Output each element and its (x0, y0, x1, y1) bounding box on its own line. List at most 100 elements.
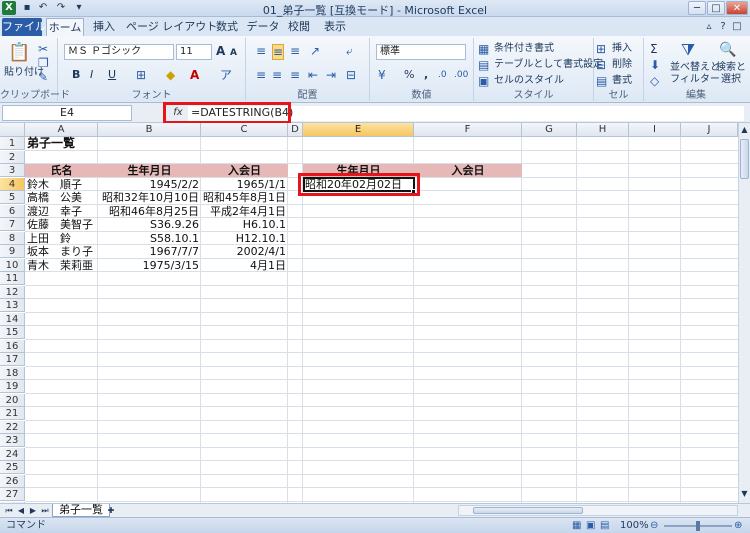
cell-join[interactable]: 4月1日 (201, 259, 286, 272)
copy-icon[interactable]: ❐ (38, 56, 49, 70)
cell-join[interactable]: 2002/4/1 (201, 245, 286, 258)
cell-birth[interactable]: 1967/7/7 (98, 245, 199, 258)
fill-icon[interactable]: ⬇ (650, 58, 660, 72)
row-header[interactable]: 13 (0, 299, 25, 312)
tab-data[interactable]: データ (246, 18, 280, 36)
format-as-table-icon[interactable]: ▤ (478, 58, 489, 72)
sheet-tab-active[interactable]: 弟子一覧 (52, 504, 110, 517)
prev-sheet-icon[interactable]: ◀ (16, 505, 26, 516)
column-header-a[interactable]: A (25, 123, 98, 137)
column-header-g[interactable]: G (522, 123, 577, 137)
find-select-icon[interactable]: 🔍 (718, 40, 738, 60)
row-header[interactable]: 26 (0, 474, 25, 488)
row-header[interactable]: 24 (0, 447, 25, 461)
cell-birth[interactable]: 1975/3/15 (98, 259, 199, 272)
cell-name[interactable]: 鈴木 順子 (27, 178, 97, 191)
column-header-f[interactable]: F (414, 123, 522, 137)
font-size-box[interactable]: 11 (176, 44, 212, 60)
cell-name[interactable]: 佐藤 美智子 (27, 218, 97, 231)
cell-f3-header[interactable]: 入会日 (414, 164, 522, 177)
cell-join[interactable]: H6.10.1 (201, 218, 286, 231)
cell-name[interactable]: 青木 茉莉亜 (27, 259, 97, 272)
cell-c3-header[interactable]: 入会日 (201, 164, 288, 177)
page-break-view-icon[interactable]: ▤ (600, 519, 609, 533)
bold-button[interactable]: B (72, 68, 80, 82)
decrease-decimal-icon[interactable]: .00 (454, 68, 468, 82)
column-header-b[interactable]: B (98, 123, 201, 137)
cell-birth[interactable]: 1945/2/2 (98, 178, 199, 191)
increase-decimal-icon[interactable]: .0 (438, 68, 447, 82)
cell-birth[interactable]: S58.10.1 (98, 232, 199, 245)
column-header-d[interactable]: D (288, 123, 303, 137)
cell-name[interactable]: 渡辺 幸子 (27, 205, 97, 218)
align-right-icon[interactable]: ≡ (290, 68, 300, 82)
scroll-up-icon[interactable]: ▲ (740, 125, 749, 135)
vertical-scroll-thumb[interactable] (740, 139, 749, 179)
cell-a1-title[interactable]: 弟子一覧 (27, 137, 75, 150)
zoom-slider-thumb[interactable] (696, 521, 700, 531)
row-header[interactable]: 7 (0, 218, 25, 231)
row-header[interactable]: 8 (0, 231, 25, 245)
row-header[interactable]: 22 (0, 420, 25, 434)
find-select-button[interactable]: 検索と 選択 (716, 62, 746, 86)
underline-button[interactable]: U (108, 68, 116, 82)
cell-join[interactable]: H12.10.1 (201, 232, 286, 245)
normal-view-icon[interactable]: ▦ (572, 519, 581, 533)
last-sheet-icon[interactable]: ⏭ (40, 505, 50, 516)
row-header[interactable]: 16 (0, 339, 25, 353)
grow-font-button[interactable]: A (216, 44, 225, 58)
tab-home[interactable]: ホーム (46, 18, 84, 36)
column-header-c[interactable]: C (201, 123, 288, 137)
next-sheet-icon[interactable]: ▶ (28, 505, 38, 516)
row-header[interactable]: 17 (0, 353, 25, 366)
font-color-icon[interactable]: A (190, 68, 199, 82)
cell-join[interactable]: 平成2年4月1日 (201, 205, 286, 218)
help-icon[interactable]: ? (716, 20, 730, 34)
cell-birth[interactable]: S36.9.26 (98, 218, 199, 231)
row-header[interactable]: 12 (0, 285, 25, 299)
delete-cells-button[interactable]: 削除 (612, 58, 632, 72)
row-header[interactable]: 27 (0, 488, 25, 501)
scroll-down-icon[interactable]: ▼ (740, 489, 749, 499)
increase-indent-icon[interactable]: ⇥ (326, 68, 336, 82)
row-header[interactable]: 3 (0, 164, 25, 177)
wrap-text-icon[interactable]: ⤶ (346, 44, 353, 58)
maximize-button[interactable]: □ (707, 1, 725, 15)
horizontal-scrollbar[interactable] (458, 505, 738, 516)
row-header[interactable]: 11 (0, 272, 25, 285)
first-sheet-icon[interactable]: ⏮ (4, 505, 14, 516)
insert-cells-button[interactable]: 挿入 (612, 42, 632, 56)
format-painter-icon[interactable]: ✎ (38, 70, 48, 84)
shrink-font-button[interactable]: A (230, 46, 237, 60)
conditional-format-icon[interactable]: ▦ (478, 42, 489, 56)
comma-button[interactable]: , (424, 68, 428, 82)
sort-filter-icon[interactable]: ⧩ (678, 40, 698, 60)
cell-birth[interactable]: 昭和32年10月10日 (98, 191, 199, 204)
row-header[interactable]: 10 (0, 258, 25, 272)
conditional-format-button[interactable]: 条件付き書式 (494, 42, 554, 56)
insert-cells-icon[interactable]: ⊞ (596, 42, 606, 56)
tab-insert[interactable]: 挿入 (88, 18, 120, 36)
text-orientation-icon[interactable]: ↗ (310, 44, 320, 58)
row-header[interactable]: 14 (0, 312, 25, 326)
row-header[interactable]: 6 (0, 204, 25, 218)
sort-filter-button[interactable]: 並べ替えと フィルター (670, 62, 720, 86)
tab-formulas[interactable]: 数式 (212, 18, 242, 36)
column-header-e[interactable]: E (303, 123, 414, 137)
insert-sheet-icon[interactable]: ✚ (104, 505, 118, 516)
worksheet-grid[interactable]: A B C D E F G H I J 1 2 3 4 5 6 7 8 9 10 11 12 13 14 1… (0, 123, 738, 503)
zoom-in-icon[interactable]: ⊕ (734, 519, 742, 533)
row-header[interactable]: 9 (0, 245, 25, 258)
workbook-window-controls-icon[interactable]: □ (730, 20, 744, 34)
row-header[interactable]: 4 (0, 177, 25, 191)
border-icon[interactable]: ⊞ (136, 68, 146, 82)
row-header[interactable]: 1 (0, 137, 25, 150)
column-header-j[interactable]: J (681, 123, 738, 137)
align-bottom-icon[interactable]: ≡ (290, 44, 300, 58)
font-name-box[interactable]: ＭＳ Ｐゴシック (64, 44, 174, 60)
percent-button[interactable]: % (404, 68, 414, 82)
cell-join[interactable]: 昭和45年8月1日 (201, 191, 286, 204)
align-center-icon[interactable]: ≡ (272, 68, 282, 82)
cell-b3-header[interactable]: 生年月日 (98, 164, 201, 177)
cell-a3-header[interactable]: 氏名 (25, 164, 98, 177)
